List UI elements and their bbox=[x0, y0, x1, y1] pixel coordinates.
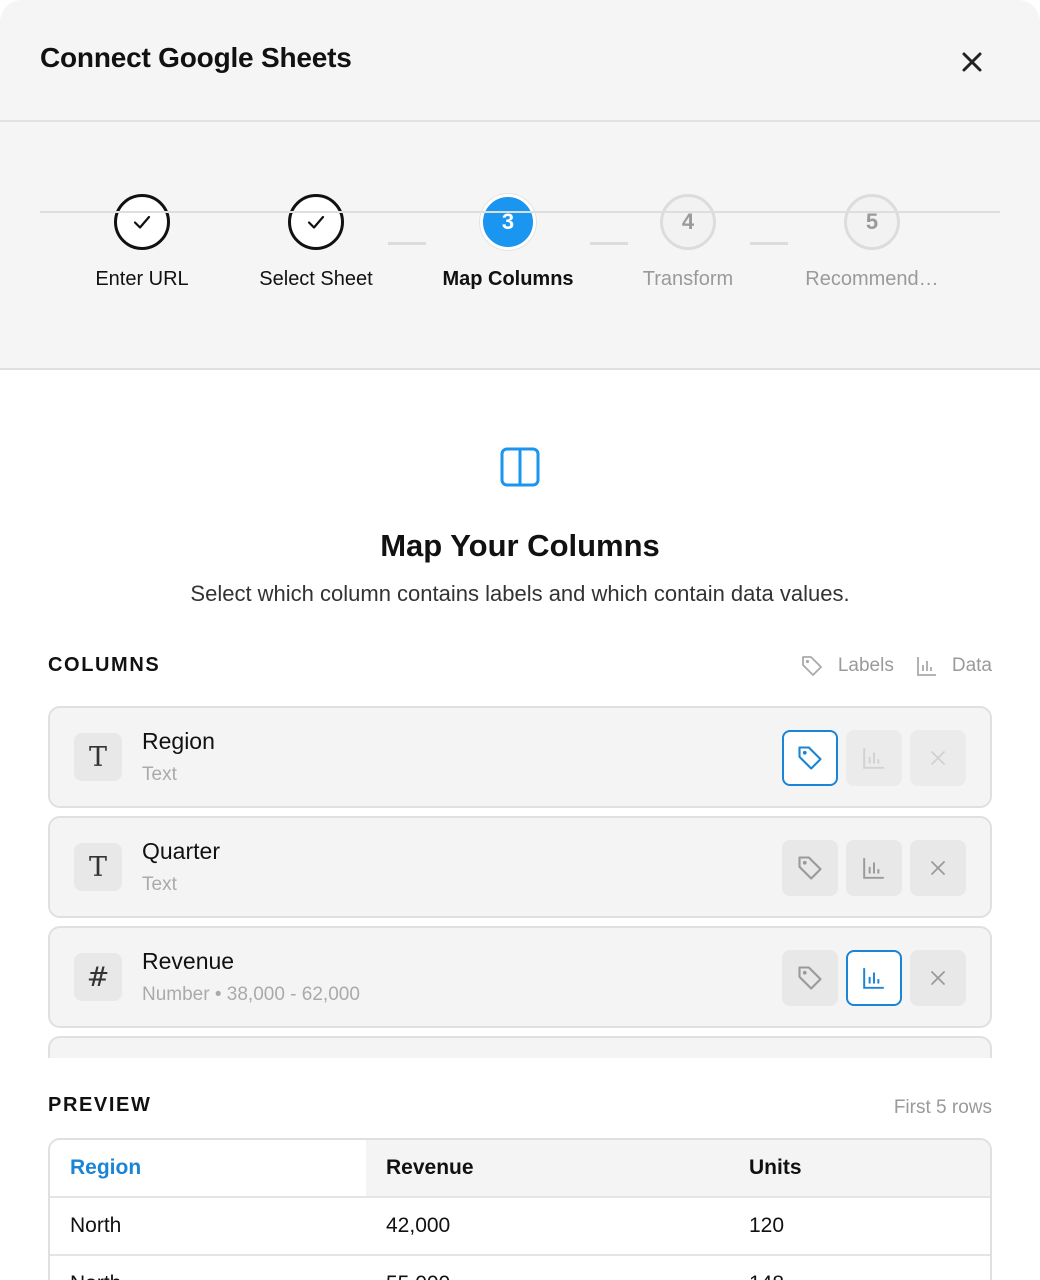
step-select-sheet[interactable]: Select Sheet bbox=[216, 194, 416, 291]
check-icon bbox=[133, 215, 151, 229]
close-icon bbox=[931, 751, 945, 765]
column-name: Revenue bbox=[142, 948, 235, 974]
step-transform[interactable]: 4 Transform bbox=[588, 194, 788, 291]
columns-title: COLUMNS bbox=[48, 654, 161, 676]
step-label: Enter URL bbox=[95, 268, 189, 290]
table-header-cell: Region bbox=[50, 1140, 366, 1196]
column-name: Quarter bbox=[142, 838, 220, 864]
step-label: Map Columns bbox=[442, 268, 574, 290]
stepper-divider bbox=[40, 211, 1000, 213]
dialog-title: Connect Google Sheets bbox=[40, 42, 352, 73]
dialog-body: Map Your Columns Select which column con… bbox=[0, 370, 1040, 1280]
table-header-cell: Units bbox=[749, 1156, 802, 1179]
close-icon bbox=[931, 971, 945, 985]
column-name: Region bbox=[142, 728, 215, 754]
table-row: North 55,000 148 bbox=[50, 1256, 990, 1280]
list-fade bbox=[0, 1058, 1040, 1098]
stepper: Enter URL Select Sheet 3 Map Columns 4 T… bbox=[0, 122, 1040, 370]
preview-note: First 5 rows bbox=[893, 1097, 992, 1118]
table-cell: 120 bbox=[749, 1214, 785, 1237]
tag-icon bbox=[801, 656, 822, 676]
set-label-button[interactable] bbox=[782, 950, 838, 1006]
check-icon bbox=[307, 215, 325, 229]
set-label-button[interactable] bbox=[782, 730, 838, 786]
set-data-button[interactable] bbox=[846, 950, 902, 1006]
role-actions bbox=[782, 950, 966, 1006]
close-icon bbox=[962, 52, 982, 72]
column-type: Number • 38,000 - 62,000 bbox=[142, 984, 360, 1005]
bar-chart-icon bbox=[863, 748, 884, 769]
table-header-row: Region Revenue Units bbox=[50, 1140, 990, 1198]
preview-title: PREVIEW bbox=[48, 1094, 152, 1116]
step-label: Select Sheet bbox=[259, 268, 373, 290]
number-type-icon: # bbox=[74, 953, 122, 1001]
dialog-header: Connect Google Sheets bbox=[0, 0, 1040, 122]
step-done-circle bbox=[288, 194, 344, 250]
column-card-region: T Region Text bbox=[48, 706, 992, 808]
role-legend: Labels Data bbox=[800, 654, 992, 678]
table-cell: 148 bbox=[729, 1256, 990, 1280]
table-header-cell: Revenue bbox=[386, 1156, 474, 1179]
table-cell: 42,000 bbox=[386, 1214, 451, 1237]
step-label: Transform bbox=[642, 268, 734, 290]
set-data-button[interactable] bbox=[846, 730, 902, 786]
exclude-button[interactable] bbox=[910, 730, 966, 786]
step-map-columns[interactable]: 3 Map Columns bbox=[408, 194, 608, 291]
column-card-revenue: # Revenue Number • 38,000 - 62,000 bbox=[48, 926, 992, 1028]
step-done-circle bbox=[114, 194, 170, 250]
columns-icon bbox=[500, 447, 540, 487]
tag-icon bbox=[798, 856, 822, 880]
role-actions bbox=[782, 730, 966, 786]
close-button[interactable] bbox=[952, 42, 992, 82]
tag-icon bbox=[798, 746, 822, 770]
exclude-button[interactable] bbox=[910, 840, 966, 896]
bar-chart-icon bbox=[863, 968, 884, 989]
step-number: 4 bbox=[660, 194, 716, 250]
preview-table: Region Revenue Units North 42,000 120 No… bbox=[48, 1138, 992, 1280]
set-data-button[interactable] bbox=[846, 840, 902, 896]
column-card-quarter: T Quarter Text bbox=[48, 816, 992, 918]
table-cell: 55,000 bbox=[366, 1256, 729, 1280]
text-type-icon: T bbox=[74, 843, 122, 891]
step-enter-url[interactable]: Enter URL bbox=[42, 194, 242, 291]
legend-data: Data bbox=[951, 655, 992, 676]
column-type: Text bbox=[142, 764, 177, 785]
legend-labels: Labels bbox=[837, 655, 894, 676]
bar-chart-icon bbox=[916, 657, 936, 676]
text-type-icon: T bbox=[74, 733, 122, 781]
set-label-button[interactable] bbox=[782, 840, 838, 896]
tag-icon bbox=[798, 966, 822, 990]
table-row: North 42,000 120 bbox=[50, 1198, 990, 1256]
table-cell: North bbox=[70, 1214, 122, 1237]
column-type: Text bbox=[142, 874, 177, 895]
section-heading: Map Your Columns bbox=[380, 528, 660, 563]
step-recommend[interactable]: 5 Recommend… bbox=[772, 194, 972, 291]
step-number: 3 bbox=[480, 194, 536, 250]
exclude-button[interactable] bbox=[910, 950, 966, 1006]
section-description: Select which column contains labels and … bbox=[190, 581, 850, 606]
step-label: Recommend… bbox=[805, 268, 939, 290]
role-actions bbox=[782, 840, 966, 896]
table-cell: North bbox=[50, 1256, 366, 1280]
bar-chart-icon bbox=[863, 858, 884, 879]
connect-sheets-dialog: Connect Google Sheets Enter URL Select S… bbox=[0, 0, 1040, 1280]
step-number: 5 bbox=[844, 194, 900, 250]
close-icon bbox=[931, 861, 945, 875]
